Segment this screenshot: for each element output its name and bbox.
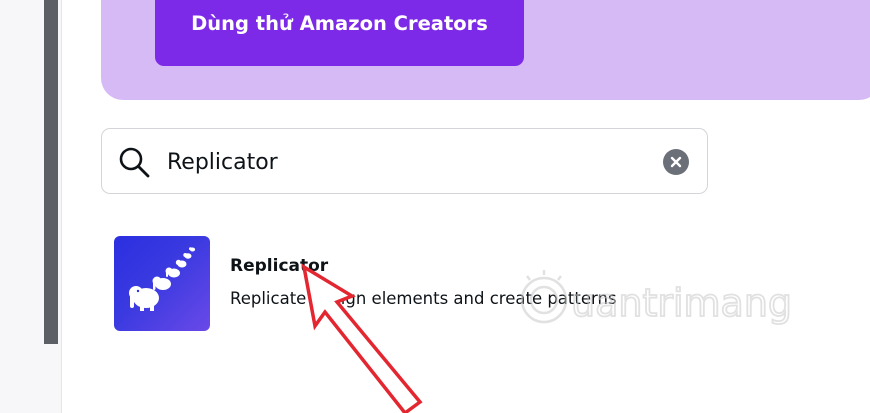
search-icon	[119, 147, 150, 178]
scrollbar[interactable]	[44, 0, 58, 344]
panel-divider	[61, 0, 62, 413]
try-amazon-creators-button[interactable]: Dùng thử Amazon Creators	[155, 0, 524, 66]
red-arrow-icon	[301, 263, 423, 413]
search-input[interactable]	[167, 145, 637, 179]
watermark-text: uantrimang	[571, 281, 792, 325]
promo-button-label: Dùng thử Amazon Creators	[191, 12, 488, 35]
quantrimang-watermark-icon: uantrimang	[520, 270, 793, 326]
replicator-app-icon[interactable]	[114, 236, 210, 331]
clear-search-icon[interactable]	[663, 149, 689, 175]
